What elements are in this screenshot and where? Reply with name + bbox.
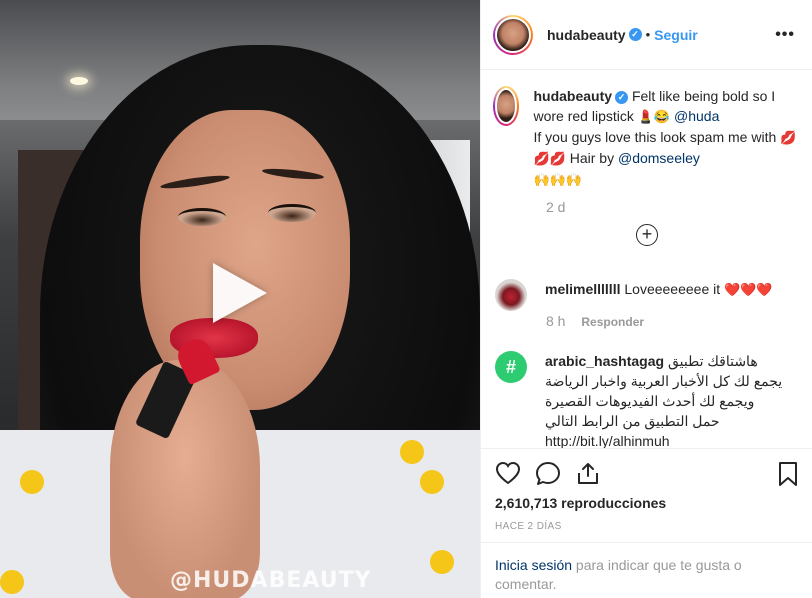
comment-text: ويجمع لك أحدث الفيديوهات القصيرة [545, 393, 755, 409]
shirt-emoji-print [20, 470, 44, 494]
shirt-emoji-print [430, 550, 454, 574]
follow-button[interactable]: Seguir [654, 27, 698, 43]
caption: hudabeauty ✓ Felt like being bold so I wo… [493, 86, 803, 190]
left-eye [178, 208, 226, 226]
post-panel: hudabeauty ✓ • Seguir ••• hudabeauty ✓ Fe… [480, 0, 812, 598]
ceiling-lamp [70, 77, 88, 85]
right-eye [268, 204, 316, 222]
caption-age: 2 d [546, 199, 566, 215]
caption-emoji: 🙌🙌🙌 [533, 172, 583, 187]
verified-icon: ✓ [615, 90, 629, 104]
login-link[interactable]: Inicia sesión [495, 557, 572, 573]
comment-link[interactable]: http://bit.ly/alhinmuh [545, 433, 670, 449]
comment-text: يجمع لك كل الأخبار العربية واخبار الرياض… [545, 373, 783, 389]
comment-age: 8 h [546, 313, 566, 329]
comment-meta: 8 h Responder [546, 313, 644, 329]
mention-link[interactable]: @domseeley [618, 150, 700, 166]
post-header: hudabeauty ✓ • Seguir ••• [481, 0, 812, 70]
views-count[interactable]: 2,610,713 reproducciones [495, 495, 666, 511]
caption-line2: If you guys love this look spam me with [533, 129, 781, 145]
comment-text: Loveeeeeeee it [624, 281, 725, 297]
commenter-avatar[interactable]: # [495, 351, 527, 383]
separator-dot: • [645, 27, 651, 42]
shirt-emoji-print [420, 470, 444, 494]
avatar[interactable] [493, 14, 533, 55]
mention-link[interactable]: @huda [674, 108, 719, 124]
shirt-emoji-print [400, 440, 424, 464]
comment-username[interactable]: arabic_hashtagag [545, 353, 664, 369]
play-icon[interactable] [213, 263, 267, 323]
comment-text: حمل التطبيق من الرابط التالي [545, 413, 720, 429]
caption-username[interactable]: hudabeauty [533, 88, 612, 104]
load-more-comments-icon[interactable]: + [636, 224, 658, 246]
shirt-emoji-print [0, 570, 24, 594]
caption-line2b: Hair by [565, 150, 618, 166]
verified-icon: ✓ [628, 28, 642, 41]
comment-username[interactable]: melimelllllll [545, 281, 620, 297]
save-bookmark-icon[interactable] [777, 461, 799, 487]
comment-icon[interactable] [535, 461, 561, 485]
caption-text: hudabeauty ✓ Felt like being bold so I wo… [533, 86, 803, 190]
caption-emoji: 💄😂 [637, 109, 671, 124]
login-prompt: Inicia sesión para indicar que te gusta … [481, 542, 812, 598]
reply-button[interactable]: Responder [581, 315, 644, 329]
posted-time: HACE 2 DÍAS [495, 521, 562, 532]
video-watermark: @HUDABEAUTY [170, 568, 372, 593]
more-options-icon[interactable]: ••• [775, 26, 795, 44]
comment: melimelllllll Loveeeeeeee it ❤️❤️❤️ [495, 279, 805, 311]
comment-text: هاشتاقك تطبيق [667, 353, 758, 369]
comment-body: arabic_hashtagag هاشتاقك تطبيق يجمع لك ك… [545, 351, 782, 451]
video-player[interactable]: @HUDABEAUTY [0, 0, 480, 598]
commenter-avatar[interactable] [495, 279, 527, 311]
actions-bar: 2,610,713 reproducciones HACE 2 DÍAS Ini… [481, 448, 812, 598]
comment-emoji: ❤️❤️❤️ [724, 282, 773, 297]
share-icon[interactable] [575, 461, 601, 485]
comment: # arabic_hashtagag هاشتاقك تطبيق يجمع لك… [495, 351, 805, 451]
like-heart-icon[interactable] [495, 461, 521, 485]
caption-avatar[interactable] [493, 86, 520, 126]
header-username[interactable]: hudabeauty [547, 27, 626, 43]
comment-body: melimelllllll Loveeeeeeee it ❤️❤️❤️ [545, 279, 773, 311]
